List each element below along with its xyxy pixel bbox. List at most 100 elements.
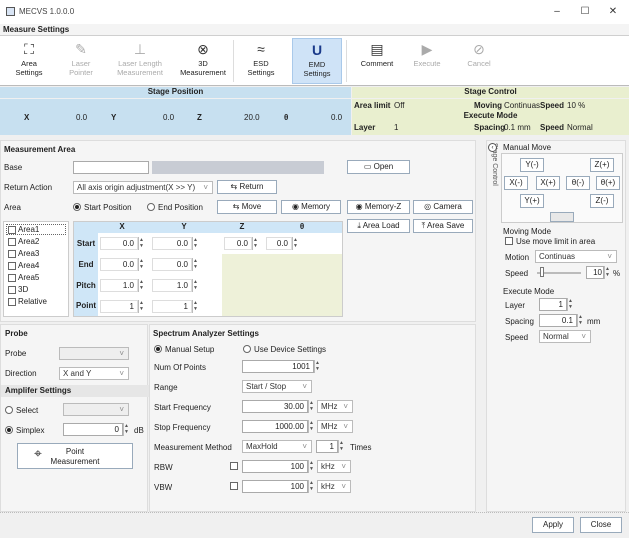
spacing-label: Spacing — [474, 123, 506, 132]
x-minus-button[interactable]: X(-) — [504, 176, 528, 190]
minimize-button[interactable]: – — [545, 4, 569, 20]
use-limit-checkbox[interactable] — [505, 237, 513, 245]
rbw-unit-dropdown[interactable]: kHz — [317, 460, 351, 473]
layer-label: Layer — [505, 301, 526, 310]
motion-dropdown[interactable]: Continuas — [535, 250, 617, 263]
start-y-input[interactable]: 0.0 — [152, 237, 192, 250]
area1-checkbox[interactable] — [8, 226, 16, 234]
area4-checkbox[interactable] — [8, 262, 16, 270]
camera-button[interactable]: ◎ Camera — [413, 200, 473, 214]
area4-label: Area4 — [18, 261, 40, 270]
speed2-dropdown[interactable]: Normal — [539, 330, 591, 343]
3d-measurement-button[interactable]: ⊗ 3D Measurement — [176, 38, 230, 84]
stage-control-vertical-label: Stage Control — [491, 143, 498, 186]
z-value: 20.0 — [244, 113, 260, 122]
area-label: Area — [4, 203, 21, 212]
rbw-input[interactable]: 100 — [242, 460, 308, 473]
end-x-input[interactable]: 0.0 — [100, 258, 138, 271]
apply-button[interactable]: Apply — [532, 517, 574, 533]
start-x-input[interactable]: 0.0 — [100, 237, 138, 250]
area-list: Area1 Area2 Area3 Area4 Area5 3D Relativ… — [3, 221, 69, 317]
return-button[interactable]: ⇆ Return — [217, 180, 277, 194]
theta-plus-button[interactable]: θ(+) — [596, 176, 620, 190]
area2-checkbox[interactable] — [8, 238, 16, 246]
vbw-input[interactable]: 100 — [242, 480, 308, 493]
3d-checkbox[interactable] — [8, 286, 16, 294]
layer-input[interactable]: 1 — [539, 298, 567, 311]
stage-position-panel: X 0.0 Y 0.0 Z 20.0 θ 0.0 — [0, 99, 351, 135]
grid-header-x: X — [98, 222, 146, 233]
pitch-y-input[interactable]: 1.0 — [152, 279, 192, 292]
start-z-input[interactable]: 0.0 — [224, 237, 252, 250]
collapse-icon[interactable]: ‹ — [488, 143, 497, 152]
return-action-dropdown[interactable]: All axis origin adjustment(X >> Y) — [73, 181, 213, 194]
area5-checkbox[interactable] — [8, 274, 16, 282]
esd-settings-button[interactable]: ≈ ESD Settings — [236, 38, 286, 84]
move-button[interactable]: ⇆ Move — [217, 200, 277, 214]
manual-setup-radio[interactable] — [154, 345, 162, 353]
vbw-unit-dropdown[interactable]: kHz — [317, 480, 351, 493]
start-unit-dropdown[interactable]: MHz — [317, 400, 353, 413]
direction-dropdown[interactable]: X and Y — [59, 367, 129, 380]
moving-label: Moving — [474, 101, 502, 110]
theta-minus-button[interactable]: θ(-) — [566, 176, 590, 190]
laser-length-button[interactable]: ⊥ Laser Length Measurement — [112, 38, 168, 84]
method-dropdown[interactable]: MaxHold — [242, 440, 312, 453]
area-save-button[interactable]: ⤒ Area Save — [413, 219, 473, 233]
theta-value: 0.0 — [331, 113, 343, 122]
speed-input[interactable]: 10 — [586, 266, 604, 279]
speed-slider-thumb[interactable] — [540, 267, 544, 277]
pitch-x-input[interactable]: 1.0 — [100, 279, 138, 292]
area3-checkbox[interactable] — [8, 250, 16, 258]
point-x-input[interactable]: 1 — [100, 300, 138, 313]
y-value: 0.0 — [163, 113, 175, 122]
open-button[interactable]: ▭ Open — [347, 160, 410, 174]
amplifier-select-dropdown[interactable] — [63, 403, 129, 416]
x-plus-button[interactable]: X(+) — [536, 176, 560, 190]
times-input[interactable]: 1 — [316, 440, 338, 453]
start-frequency-input[interactable]: 30.00 — [242, 400, 308, 413]
point-y-input[interactable]: 1 — [152, 300, 192, 313]
maximize-button[interactable]: ☐ — [573, 4, 597, 20]
laser-pointer-button[interactable]: ✎ Laser Pointer — [56, 38, 106, 84]
speed-unit: % — [613, 269, 621, 278]
stop-unit-dropdown[interactable]: MHz — [317, 420, 353, 433]
y-minus-button[interactable]: Y(-) — [520, 158, 544, 172]
execute-button[interactable]: ▶ Execute — [402, 38, 452, 84]
device-settings-radio[interactable] — [243, 345, 251, 353]
comment-button[interactable]: ▤ Comment — [352, 38, 402, 84]
use-limit-label: Use move limit in area — [516, 237, 596, 246]
select-radio[interactable] — [5, 406, 13, 414]
y-plus-button[interactable]: Y(+) — [520, 194, 544, 208]
stop-frequency-input[interactable]: 1000.00 — [242, 420, 308, 433]
x-label: X — [24, 113, 30, 122]
probe-dropdown[interactable] — [59, 347, 129, 360]
end-position-radio[interactable] — [147, 203, 155, 211]
simplex-radio[interactable] — [5, 426, 13, 434]
relative-checkbox[interactable] — [8, 298, 16, 306]
emd-settings-button[interactable]: U EMD Settings — [292, 38, 342, 84]
simplex-input[interactable]: 0 — [63, 423, 123, 436]
z-minus-button[interactable]: Z(-) — [590, 194, 614, 208]
close-button[interactable]: Close — [580, 517, 622, 533]
point-measurement-button[interactable]: ⌖ Point Measurement — [17, 443, 133, 469]
row-start-label: Start — [74, 233, 98, 254]
num-points-input[interactable]: 1001 — [242, 360, 314, 373]
close-window-button[interactable]: ✕ — [601, 4, 625, 20]
area-load-button[interactable]: ⤓ Area Load — [347, 219, 410, 233]
cancel-button[interactable]: ⊘ Cancel — [454, 38, 504, 84]
start-position-radio[interactable] — [73, 203, 81, 211]
tab-measure-settings[interactable]: Measure Settings — [3, 25, 69, 34]
stop-button[interactable] — [550, 212, 574, 222]
spacing-input[interactable]: 0.1 — [539, 314, 577, 327]
memory-z-button[interactable]: ◉ Memory-Z — [347, 200, 410, 214]
rbw-checkbox[interactable] — [230, 462, 238, 470]
area-settings-button[interactable]: ⛶ Area Settings — [4, 38, 54, 84]
range-dropdown[interactable]: Start / Stop — [242, 380, 312, 393]
end-y-input[interactable]: 0.0 — [152, 258, 192, 271]
vbw-checkbox[interactable] — [230, 482, 238, 490]
memory-button[interactable]: ◉ Memory — [281, 200, 341, 214]
z-plus-button[interactable]: Z(+) — [590, 158, 614, 172]
start-theta-input[interactable]: 0.0 — [266, 237, 292, 250]
base-input[interactable] — [73, 161, 149, 174]
